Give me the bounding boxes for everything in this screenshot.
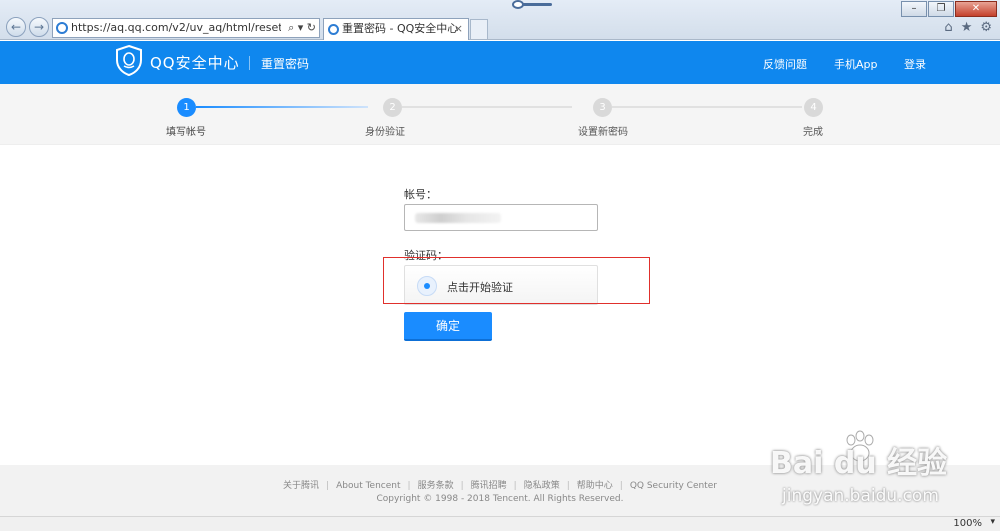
- close-window-button[interactable]: ✕: [955, 1, 997, 17]
- footer-link-terms[interactable]: 服务条款: [418, 481, 454, 491]
- qq-shield-logo-icon[interactable]: [114, 44, 144, 77]
- footer-link-about-en[interactable]: About Tencent: [336, 481, 400, 491]
- zoom-level[interactable]: 100%: [953, 518, 982, 529]
- footer-link-help[interactable]: 帮助中心: [577, 481, 613, 491]
- ie-logo-icon: [56, 22, 68, 34]
- site-header: QQ安全中心 重置密码 反馈问题 手机App 登录: [0, 41, 1000, 84]
- forward-button[interactable]: →: [29, 17, 49, 37]
- brand-title[interactable]: QQ安全中心: [150, 52, 240, 73]
- browser-icons: ⌂ ★ ⚙: [944, 20, 992, 35]
- submit-button[interactable]: 确定: [404, 312, 492, 341]
- browser-toolbar: ← → https://aq.qq.com/v2/uv_aq/html/rese…: [0, 0, 1000, 40]
- window-controls: – ❐ ✕: [900, 1, 997, 17]
- watermark-url: jingyan.baidu.com: [782, 486, 939, 506]
- page-title: 重置密码: [261, 57, 310, 71]
- address-tools[interactable]: ⌕ ▾ ↻: [281, 19, 319, 37]
- step-connector-3: [612, 106, 802, 108]
- home-icon[interactable]: ⌂: [944, 20, 952, 35]
- footer-link-jobs[interactable]: 腾讯招聘: [471, 481, 507, 491]
- tab-reset-password[interactable]: 重置密码 - QQ安全中心 ×: [323, 18, 469, 40]
- login-link[interactable]: 登录: [904, 56, 926, 72]
- favorites-star-icon[interactable]: ★: [961, 20, 973, 35]
- account-value-blurred: [415, 213, 501, 223]
- account-input[interactable]: [404, 204, 598, 231]
- step-1-circle: 1: [177, 98, 196, 117]
- feedback-link[interactable]: 反馈问题: [763, 56, 807, 72]
- progress-steps: 1 2 3 4 填写帐号 身份验证 设置新密码 完成: [0, 84, 1000, 145]
- watermark-logo: Bai du 经验: [770, 446, 948, 481]
- step-4-circle: 4: [804, 98, 823, 117]
- step-2-label: 身份验证: [365, 127, 405, 138]
- step-1-label: 填写帐号: [166, 127, 206, 138]
- address-bar[interactable]: https://aq.qq.com/v2/uv_aq/html/reset_pw…: [52, 18, 320, 38]
- highlight-annotation: [383, 257, 650, 304]
- maximize-button[interactable]: ❐: [928, 1, 954, 17]
- account-label: 帐号：: [404, 188, 437, 201]
- header-divider: [249, 56, 250, 70]
- step-3-circle: 3: [593, 98, 612, 117]
- tab-close-icon[interactable]: ×: [454, 19, 463, 39]
- footer-link-privacy[interactable]: 隐私政策: [524, 481, 560, 491]
- step-connector-2: [402, 106, 572, 108]
- tab-favicon-icon: [328, 24, 339, 35]
- zoom-dropdown-icon[interactable]: ▾: [990, 517, 995, 527]
- settings-gear-icon[interactable]: ⚙: [980, 20, 992, 35]
- footer-link-about[interactable]: 关于腾讯: [283, 481, 319, 491]
- back-button[interactable]: ←: [6, 17, 26, 37]
- step-2-circle: 2: [383, 98, 402, 117]
- mobile-app-link[interactable]: 手机App: [834, 56, 878, 72]
- status-bar: 100% ▾: [0, 516, 1000, 531]
- zoom-slider-track[interactable]: [522, 3, 552, 6]
- minimize-button[interactable]: –: [901, 1, 927, 17]
- step-connector-1: [196, 106, 368, 108]
- step-3-label: 设置新密码: [578, 127, 628, 138]
- step-4-label: 完成: [803, 127, 823, 138]
- footer-link-security[interactable]: QQ Security Center: [630, 481, 717, 491]
- tab-title: 重置密码 - QQ安全中心: [342, 22, 459, 35]
- new-tab-button[interactable]: [470, 19, 488, 39]
